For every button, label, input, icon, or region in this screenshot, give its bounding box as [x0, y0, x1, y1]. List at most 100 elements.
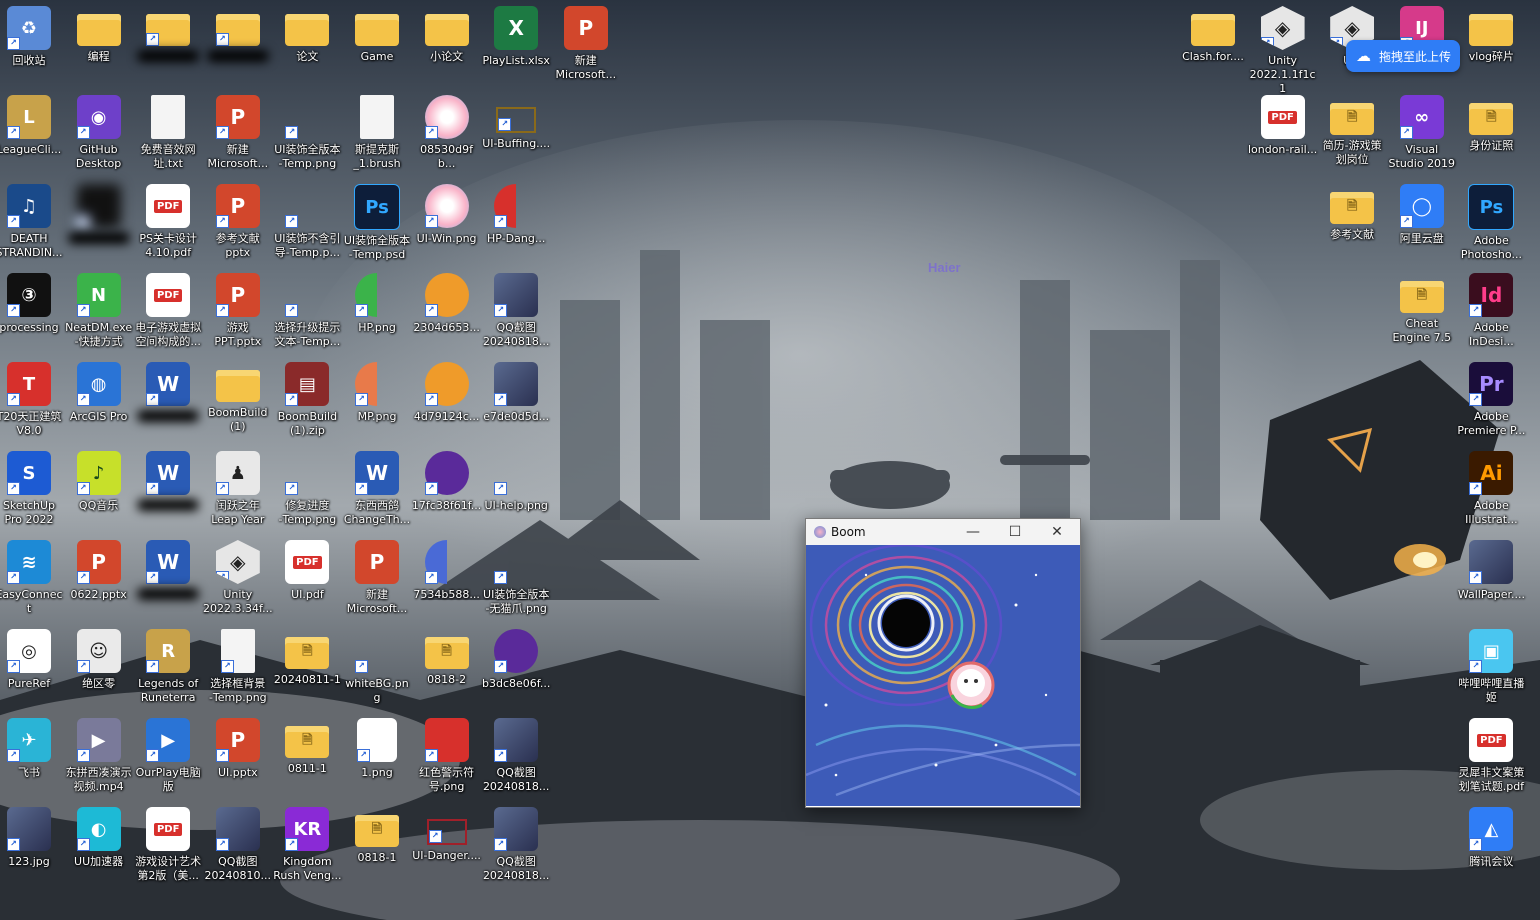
desktop-icon-file-ui-win[interactable]: ↗ UI-Win.png: [412, 184, 482, 246]
desktop-icon-folder-0811-1[interactable]: 0811-1: [272, 718, 342, 776]
desktop-icon-app-indesign[interactable]: Id ↗ Adobe InDesi...: [1456, 273, 1526, 349]
desktop-icon-folder-0818-2[interactable]: 0818-2: [412, 629, 482, 687]
desktop-icon-file-new-ppt-2[interactable]: P ↗ 新建 Microsoft...: [203, 95, 273, 171]
desktop-icon-folder-lunwen[interactable]: 论文: [272, 6, 342, 64]
desktop-icon-file-select-text[interactable]: ↗ 选择升级提示 文本-Temp...: [272, 273, 342, 349]
desktop-icon-file-new-ppt-3[interactable]: P 新建 Microsoft...: [342, 540, 412, 616]
desktop-icon-folder-hidden-1[interactable]: ↗: [133, 6, 203, 64]
desktop-icon-app-unity-2022-1[interactable]: ◈ ↗ Unity 2022.1.1f1c1: [1248, 6, 1318, 96]
desktop-icon-file-b3dc[interactable]: ↗ b3dc8e06f...: [481, 629, 551, 691]
desktop-icon-file-leap-year[interactable]: ♟ ↗ 闰跃之年 Leap Year: [203, 451, 273, 527]
desktop-icon-app-unity-2022-3[interactable]: ◈ ↗ Unity 2022.3.34f...: [203, 540, 273, 616]
desktop-icon-file-1-png[interactable]: ↗ 1.png: [342, 718, 412, 780]
desktop-icon-folder-cankao[interactable]: 参考文献: [1317, 184, 1387, 242]
desktop-icon-folder-biancheng[interactable]: 编程: [64, 6, 134, 64]
desktop-icon-app-photoshop[interactable]: Ps Adobe Photosho...: [1456, 184, 1526, 262]
desktop-icon-app-uu[interactable]: ◐ ↗ UU加速器: [64, 807, 134, 869]
desktop-icon-app-premiere[interactable]: Pr ↗ Adobe Premiere P...: [1456, 362, 1526, 438]
desktop-icon-file-lingxi-pdf[interactable]: PDF 灵犀非文案策 划笔试题.pdf: [1456, 718, 1526, 794]
desktop-icon-folder-game[interactable]: Game: [342, 6, 412, 64]
desktop-icon-file-boombuild-zip[interactable]: ▤ ↗ BoomBuild (1).zip: [272, 362, 342, 438]
desktop-icon-file-qq-shot-4[interactable]: ↗ QQ截图 20240818...: [481, 807, 551, 883]
desktop-icon-file-hp-dang[interactable]: ↗ HP-Dang...: [481, 184, 551, 246]
desktop-icon-file-qq-shot-1[interactable]: ↗ QQ截图 20240818...: [481, 273, 551, 349]
desktop-icon-app-tencent-meeting[interactable]: ◭ ↗ 腾讯会议: [1456, 807, 1526, 869]
desktop-icon-file-mp-png[interactable]: ↗ MP.png: [342, 362, 412, 424]
desktop-icon-file-2304[interactable]: ↗ 2304d653...: [412, 273, 482, 335]
desktop-icon-file-select-bg[interactable]: ↗ 选择框背景 -Temp.png: [203, 629, 273, 705]
desktop-icon-file-17fc[interactable]: ↗ 17fc38f61f...: [412, 451, 482, 513]
desktop-icon-app-arcgis[interactable]: ◍ ↗ ArcGIS Pro: [64, 362, 134, 424]
desktop-icon-file-ui-help[interactable]: ↗ UI-help.png: [481, 451, 551, 513]
boom-titlebar[interactable]: Boom — ☐ ✕: [806, 519, 1080, 545]
desktop-icon-file-4d79[interactable]: ↗ 4d79124c...: [412, 362, 482, 424]
desktop-icon-app-github[interactable]: ◉ ↗ GitHub Desktop: [64, 95, 134, 171]
desktop-icon-app-feishu[interactable]: ✈ ↗ 飞书: [0, 718, 64, 780]
desktop-icon-file-whitebg[interactable]: ↗ whiteBG.png: [342, 629, 412, 705]
desktop-icon-folder-20240811[interactable]: 20240811-1: [272, 629, 342, 687]
desktop-icon-file-ui-danger[interactable]: ↗ UI-Danger....: [412, 807, 482, 863]
desktop-icon-app-leagueclient[interactable]: L ↗ LeagueCli...: [0, 95, 64, 157]
desktop-icon-folder-boombuild[interactable]: BoomBuild (1): [203, 362, 273, 434]
desktop-icon-file-brush[interactable]: 斯提克斯 _1.brush: [342, 95, 412, 171]
desktop-icon-file-hp-png[interactable]: ↗ HP.png: [342, 273, 412, 335]
desktop-icon-file-game-pdf[interactable]: PDF 电子游戏虚拟 空间构成的...: [133, 273, 203, 349]
desktop-icon-file-cankao-pptx[interactable]: P ↗ 参考文献 pptx: [203, 184, 273, 260]
desktop-icon-file-ui-pptx[interactable]: P ↗ UI.pptx: [203, 718, 273, 780]
desktop-icon-app-qqmusic[interactable]: ♪ ↗ QQ音乐: [64, 451, 134, 513]
maximize-button[interactable]: ☐: [994, 519, 1036, 545]
desktop-icon-app-neatdm[interactable]: N ↗ NeatDM.exe -快捷方式: [64, 273, 134, 349]
desktop-icon-folder-id[interactable]: 身份证照: [1456, 95, 1526, 153]
desktop-icon-file-7534[interactable]: ↗ 7534b588...: [412, 540, 482, 602]
desktop-icon-file-123-jpg[interactable]: ↗ 123.jpg: [0, 807, 64, 869]
desktop-icon-folder-vlog[interactable]: vlog碎片: [1456, 6, 1526, 64]
desktop-icon-file-qq-shot-3[interactable]: ↗ QQ截图 20240810...: [203, 807, 273, 883]
desktop-icon-file-qq-shot-2[interactable]: ↗ QQ截图 20240818...: [481, 718, 551, 794]
desktop-icon-file-ui-temp-2[interactable]: ↗ UI装饰不含引 导-Temp.p...: [272, 184, 342, 260]
desktop-icon-file-hidden-word-3[interactable]: W ↗: [133, 540, 203, 602]
desktop-icon-app-bilibili-live[interactable]: ▣ ↗ 哔哩哔哩直播 姬: [1456, 629, 1526, 705]
desktop-icon-app-wallpaper[interactable]: ↗ WallPaper....: [1456, 540, 1526, 602]
desktop-icon-app-aliyun[interactable]: ◯ ↗ 阿里云盘: [1387, 184, 1457, 246]
desktop-icon-file-ui-psd[interactable]: Ps UI装饰全版本 -Temp.psd: [342, 184, 412, 262]
desktop-icon-folder-resume[interactable]: 简历-游戏策 划岗位: [1317, 95, 1387, 167]
desktop-icon-file-08530[interactable]: ↗ 08530d9fb...: [412, 95, 482, 171]
desktop-icon-file-dongxi-word[interactable]: W ↗ 东西西鸽 ChangeTh...: [342, 451, 412, 527]
close-button[interactable]: ✕: [1036, 519, 1078, 545]
desktop-icon-folder-clash[interactable]: Clash.for....: [1178, 6, 1248, 64]
desktop-icon-file-e7de[interactable]: ↗ e7de0d5d...: [481, 362, 551, 424]
desktop-icon-app-easyconnect[interactable]: ≋ ↗ EasyConnect: [0, 540, 64, 616]
desktop-icon-app-ourplay[interactable]: ▶ ↗ OurPlay电脑 版: [133, 718, 203, 794]
boom-window[interactable]: Boom — ☐ ✕: [805, 518, 1081, 808]
player-avatar[interactable]: [947, 661, 995, 709]
desktop-icon-file-ui-buffing[interactable]: ↗ UI-Buffing....: [481, 95, 551, 151]
desktop-icon-recycle-bin[interactable]: ♻ ↗ 回收站: [0, 6, 64, 68]
desktop-icon-file-ui-temp[interactable]: ↗ UI装饰全版本 -Temp.png: [272, 95, 342, 171]
desktop-icon-file-playlist[interactable]: X PlayList.xlsx: [481, 6, 551, 68]
desktop-icon-app-zzz[interactable]: ☺ ↗ 绝区零: [64, 629, 134, 691]
desktop-icon-file-dongbei-video[interactable]: ▶ ↗ 东拼西凑演示 视频.mp4: [64, 718, 134, 794]
desktop-icon-file-london-pdf[interactable]: PDF london-rail...: [1248, 95, 1318, 157]
desktop-icon-folder-xiaolunwen[interactable]: 小论文: [412, 6, 482, 64]
desktop-icon-file-game-ppt[interactable]: P ↗ 游戏 PPT.pptx: [203, 273, 273, 349]
desktop-icon-app-sketchup[interactable]: S ↗ SketchUp Pro 2022: [0, 451, 64, 527]
desktop-icon-file-hidden-ppt[interactable]: ↗: [64, 184, 134, 246]
desktop-icon-app-t20[interactable]: T ↗ T20天正建筑 V8.0: [0, 362, 64, 438]
desktop-icon-file-ui-nocat[interactable]: ↗ UI装饰全版本 -无猫爪.png: [481, 540, 551, 616]
desktop-icon-file-0622[interactable]: P ↗ 0622.pptx: [64, 540, 134, 602]
desktop-icon-app-visual-studio[interactable]: ∞ ↗ Visual Studio 2019: [1387, 95, 1457, 171]
desktop-icon-file-hidden-word[interactable]: W ↗: [133, 362, 203, 424]
desktop-icon-app-legends-runeterra[interactable]: R ↗ Legends of Runeterra: [133, 629, 203, 705]
desktop-icon-file-new-ppt[interactable]: P 新建 Microsoft...: [551, 6, 621, 82]
desktop-icon-folder-0818-1[interactable]: 0818-1: [342, 807, 412, 865]
desktop-icon-app-pureref[interactable]: ◎ ↗ PureRef: [0, 629, 64, 691]
desktop-icon-file-fix-progress[interactable]: ↗ 修复进度 -Temp.png: [272, 451, 342, 527]
desktop-icon-app-processing[interactable]: ③ ↗ processing: [0, 273, 64, 335]
minimize-button[interactable]: —: [952, 519, 994, 545]
desktop-icon-folder-hidden-2[interactable]: ↗: [203, 6, 273, 64]
desktop-icon-folder-cheat-engine[interactable]: Cheat Engine 7.5: [1387, 273, 1457, 345]
desktop-icon-file-hidden-word-2[interactable]: W ↗: [133, 451, 203, 513]
desktop-icon-file-red-warning[interactable]: ↗ 红色警示符 号.png: [412, 718, 482, 794]
desktop-icon-app-death-stranding[interactable]: ♫ ↗ DEATH STRANDIN...: [0, 184, 64, 260]
cloud-upload-button[interactable]: ☁ 拖拽至此上传: [1346, 40, 1460, 72]
